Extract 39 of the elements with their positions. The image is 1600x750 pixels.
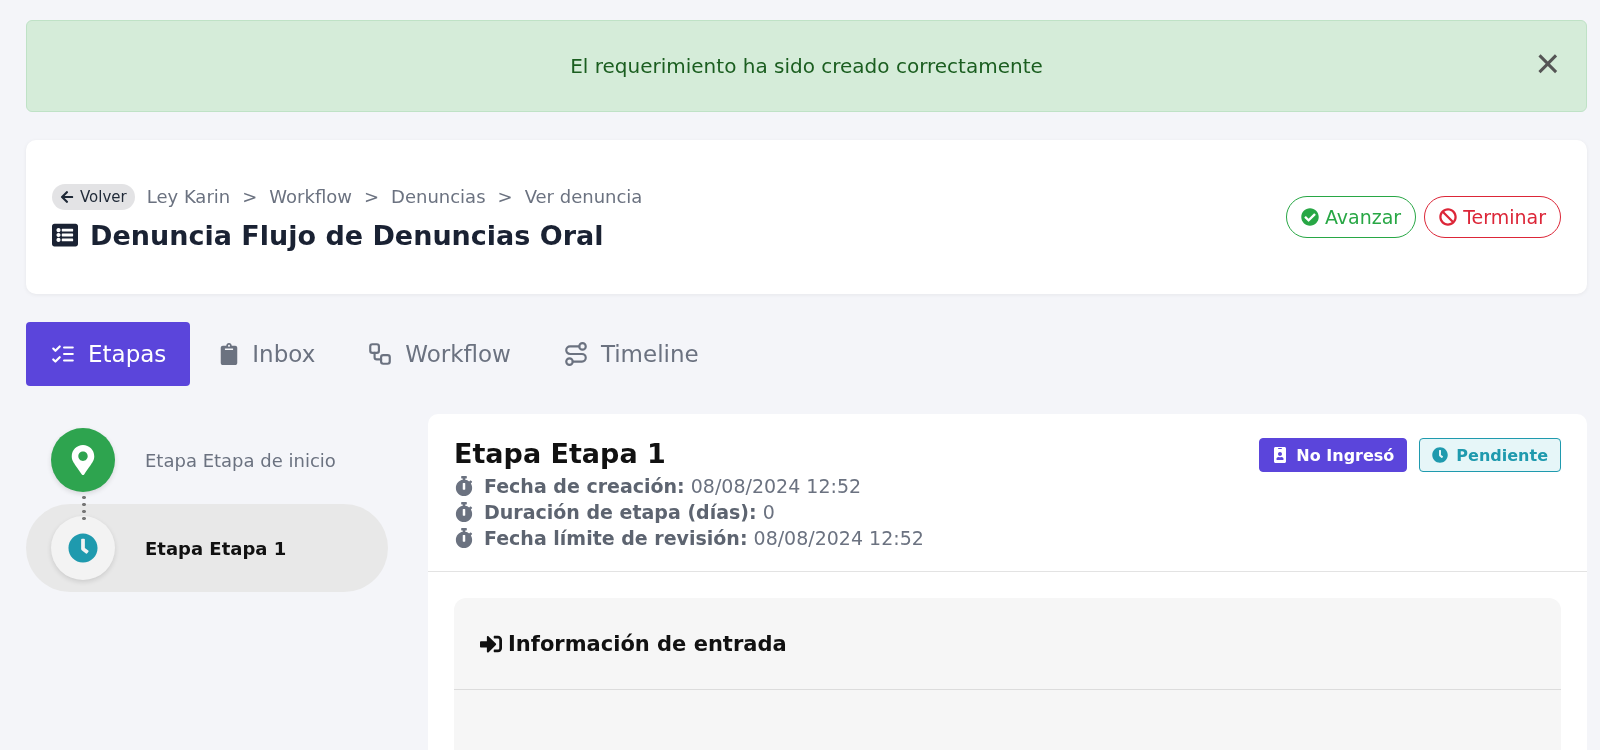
stage-label: Etapa Etapa 1: [145, 537, 287, 559]
tab[interactable]: Etapas: [26, 322, 191, 386]
clock-icon: [1432, 447, 1449, 463]
page-title: Denuncia Flujo de Denuncias Oral: [90, 219, 604, 251]
breadcrumb-link[interactable]: Ley Karin: [146, 186, 231, 207]
workflow-icon: [367, 341, 394, 367]
breadcrumb-separator: >: [363, 186, 380, 207]
tab[interactable]: Workflow: [343, 322, 535, 386]
back-button[interactable]: Volver: [52, 183, 135, 210]
advance-button[interactable]: Avanzar: [1285, 196, 1417, 238]
breadcrumb-link[interactable]: Denuncias: [391, 186, 486, 207]
stage-item[interactable]: Etapa Etapa 1: [26, 504, 388, 592]
stage-meta-text: Duración de etapa (días): 0: [484, 501, 775, 523]
status-badge: No Ingresó: [1259, 438, 1408, 472]
list-icon: [52, 222, 78, 248]
tab[interactable]: Timeline: [538, 322, 723, 386]
tab[interactable]: Inbox: [194, 322, 340, 386]
ban-icon: [1439, 208, 1458, 226]
stopwatch-icon: [454, 476, 474, 496]
close-button[interactable]: ×: [1531, 43, 1564, 85]
terminate-button[interactable]: Terminar: [1424, 196, 1561, 238]
arrow-left-icon: [60, 189, 74, 204]
stage-item[interactable]: Etapa Etapa de inicio: [26, 416, 388, 504]
stopwatch-icon: [454, 528, 474, 548]
clock-icon: [68, 533, 98, 563]
stage-meta-text: Fecha de creación: 08/08/2024 12:52: [484, 475, 862, 497]
section-title: Información de entrada: [508, 631, 787, 656]
stage-title: Etapa Etapa 1: [454, 438, 667, 469]
stopwatch-icon: [454, 502, 474, 522]
breadcrumb-separator: >: [242, 186, 258, 207]
route-icon: [562, 341, 589, 367]
breadcrumb-separator: >: [497, 186, 513, 207]
stage-meta-text: Fecha límite de revisión: 08/08/2024 12:52: [484, 527, 924, 549]
id-badge-icon: [1272, 447, 1289, 463]
breadcrumb-link[interactable]: Workflow: [269, 186, 352, 207]
breadcrumb-link[interactable]: Ver denuncia: [524, 186, 643, 207]
alert-message: El requerimiento ha sido creado correctamente: [570, 54, 1043, 78]
stage-label: Etapa Etapa de inicio: [145, 449, 336, 471]
status-badge: Pendiente: [1419, 438, 1561, 472]
